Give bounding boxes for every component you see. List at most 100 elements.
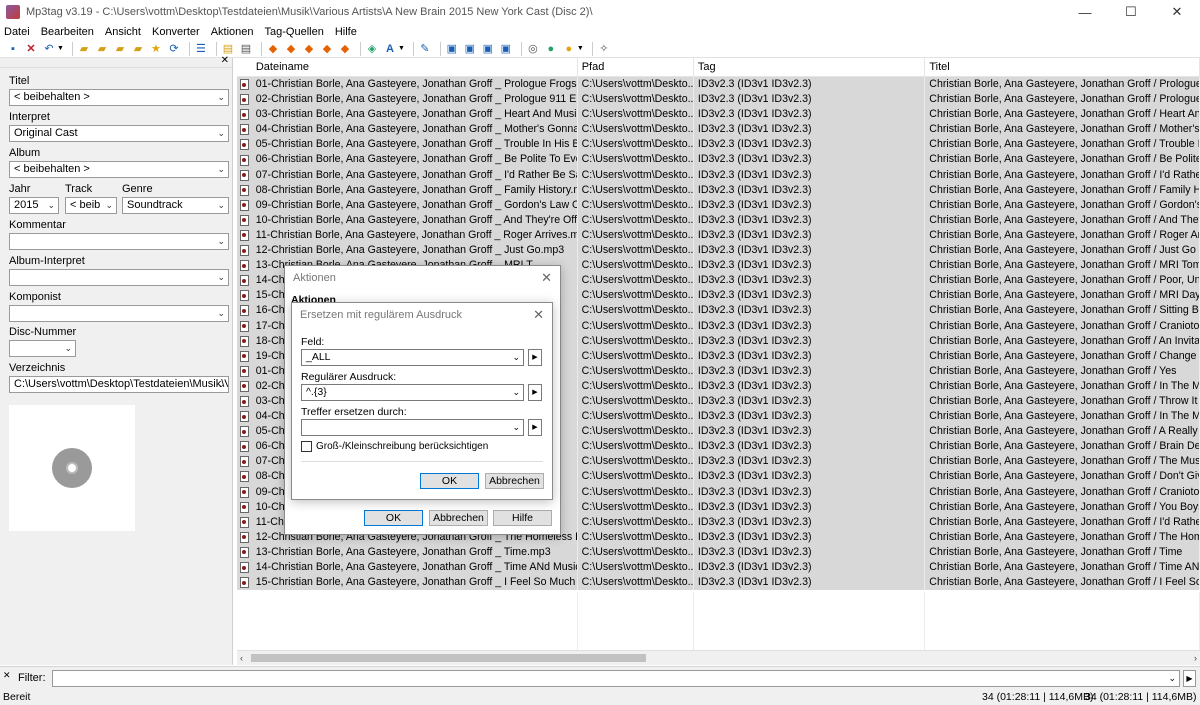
maximize-button[interactable]: ☐ <box>1108 0 1154 24</box>
refresh-icon[interactable]: ⟳ <box>167 42 181 56</box>
filter-run-button[interactable]: ▶ <box>1183 670 1196 687</box>
chevron-down-icon[interactable]: ⌄ <box>217 234 225 249</box>
chevron-down-icon[interactable]: ⌄ <box>217 198 225 213</box>
chevron-down-icon[interactable]: ⌄ <box>64 341 72 356</box>
menu-datei[interactable]: Datei <box>4 26 30 38</box>
menu-konverter[interactable]: Konverter <box>152 26 200 38</box>
menu-tag-quellen[interactable]: Tag-Quellen <box>265 26 324 38</box>
tag-sources-icon[interactable]: ▣ <box>445 42 459 56</box>
actions-icon[interactable]: ◈ <box>365 42 379 56</box>
regex-arrow-button[interactable]: ▶ <box>528 384 542 401</box>
close-button[interactable]: ✕ <box>1154 0 1200 24</box>
table-row[interactable]: 11-Christian Borle, Ana Gasteyere, Jonat… <box>237 227 1200 244</box>
chevron-down-icon[interactable]: ⌄ <box>217 126 225 141</box>
cancel-button[interactable]: Abbrechen <box>429 510 488 526</box>
scrollbar-thumb[interactable] <box>251 654 646 662</box>
minimize-button[interactable]: — <box>1062 0 1108 24</box>
tag-filename-icon[interactable]: ◆ <box>266 42 280 56</box>
web-dropdown-icon[interactable]: ▼ <box>577 45 584 52</box>
table-row[interactable]: 03-Christian Borle, Ana Gasteyere, Jonat… <box>237 107 1200 123</box>
table-row[interactable]: 09-Christian Borle, Ana Gasteyere, Jonat… <box>237 197 1200 213</box>
print-icon[interactable]: ▤ <box>239 42 253 56</box>
verzeichnis-field[interactable]: C:\Users\vottm\Desktop\Testdateien\Musik… <box>9 376 229 393</box>
web-icon[interactable]: ● <box>544 42 558 56</box>
table-row[interactable]: 04-Christian Borle, Ana Gasteyere, Jonat… <box>237 122 1200 138</box>
table-row[interactable]: 13-Christian Borle, Ana Gasteyere, Jonat… <box>237 544 1200 560</box>
filter-input[interactable]: ⌄ <box>52 670 1180 687</box>
settings-icon[interactable]: ✧ <box>597 42 611 56</box>
export-icon[interactable]: ▤ <box>221 42 235 56</box>
table-row[interactable]: 06-Christian Borle, Ana Gasteyere, Jonat… <box>237 152 1200 168</box>
replace-input[interactable]: ⌄ <box>301 419 524 436</box>
tag-sources-2-icon[interactable]: ▣ <box>463 42 477 56</box>
table-row[interactable]: 14-Christian Borle, Ana Gasteyere, Jonat… <box>237 560 1200 576</box>
feld-select[interactable]: _ALL ⌄ <box>301 349 524 366</box>
genre-field[interactable]: Soundtrack ⌄ <box>122 197 229 214</box>
table-row[interactable]: 01-Christian Borle, Ana Gasteyere, Jonat… <box>237 77 1200 93</box>
album-interpret-field[interactable]: ⌄ <box>9 269 229 286</box>
web-2-icon[interactable]: ● <box>562 42 576 56</box>
binoculars-icon[interactable]: ◎ <box>526 42 540 56</box>
cover-art[interactable] <box>9 405 135 531</box>
titel-field[interactable]: < beibehalten > ⌄ <box>9 89 229 106</box>
horizontal-scrollbar[interactable]: ‹ › <box>237 650 1200 665</box>
save-icon[interactable]: ▪ <box>6 42 20 56</box>
scroll-left-icon[interactable]: ‹ <box>240 651 243 666</box>
chevron-down-icon[interactable]: ⌄ <box>512 350 520 365</box>
chevron-down-icon[interactable]: ⌄ <box>1168 671 1176 686</box>
scroll-right-icon[interactable]: › <box>1194 651 1197 666</box>
table-row[interactable]: 15-Christian Borle, Ana Gasteyere, Jonat… <box>237 575 1200 591</box>
disc-field[interactable]: ⌄ <box>9 340 76 357</box>
menu-aktionen[interactable]: Aktionen <box>211 26 254 38</box>
folder-icon[interactable]: ▰ <box>113 42 127 56</box>
chevron-down-icon[interactable]: ⌄ <box>105 198 113 213</box>
chevron-down-icon[interactable]: ⌄ <box>217 270 225 285</box>
text-file-tag-icon[interactable]: ◆ <box>320 42 334 56</box>
kommentar-field[interactable]: ⌄ <box>9 233 229 250</box>
open-folder-icon[interactable]: ▰ <box>77 42 91 56</box>
chevron-down-icon[interactable]: ⌄ <box>217 90 225 105</box>
table-row[interactable]: 12-Christian Borle, Ana Gasteyere, Jonat… <box>237 243 1200 259</box>
chevron-down-icon[interactable]: ⌄ <box>512 420 520 435</box>
menu-hilfe[interactable]: Hilfe <box>335 26 357 38</box>
undo-dropdown-icon[interactable]: ▼ <box>57 45 64 52</box>
close-icon[interactable]: ✕ <box>533 303 544 327</box>
filename-tag-icon[interactable]: ◆ <box>284 42 298 56</box>
menu-bearbeiten[interactable]: Bearbeiten <box>41 26 94 38</box>
favorite-star-icon[interactable]: ★ <box>149 42 163 56</box>
tag-sources-4-icon[interactable]: ▣ <box>499 42 513 56</box>
cancel-button[interactable]: Abbrechen <box>485 473 544 489</box>
edit-tag-icon[interactable]: ✎ <box>418 42 432 56</box>
chevron-down-icon[interactable]: ⌄ <box>512 385 520 400</box>
table-row[interactable]: 05-Christian Borle, Ana Gasteyere, Jonat… <box>237 137 1200 153</box>
album-field[interactable]: < beibehalten > ⌄ <box>9 161 229 178</box>
case-sensitive-checkbox[interactable] <box>301 441 312 452</box>
table-row[interactable]: 10-Christian Borle, Ana Gasteyere, Jonat… <box>237 212 1200 228</box>
list-icon[interactable]: ☰ <box>194 42 208 56</box>
jahr-field[interactable]: 2015 ⌄ <box>9 197 59 214</box>
chevron-down-icon[interactable]: ⌄ <box>47 198 55 213</box>
chevron-down-icon[interactable]: ⌄ <box>217 162 225 177</box>
autonumber-dropdown-icon[interactable]: ▼ <box>398 45 405 52</box>
tag-tag-icon[interactable]: ◆ <box>338 42 352 56</box>
add-folder-icon[interactable]: ▰ <box>95 42 109 56</box>
komponist-field[interactable]: ⌄ <box>9 305 229 322</box>
ok-button[interactable]: OK <box>364 510 423 526</box>
filename-filename-icon[interactable]: ◆ <box>302 42 316 56</box>
delete-icon[interactable]: ✕ <box>24 42 38 56</box>
chevron-down-icon[interactable]: ⌄ <box>217 377 225 392</box>
chevron-down-icon[interactable]: ⌄ <box>217 306 225 321</box>
column-pfad[interactable]: Pfad <box>578 58 694 76</box>
close-icon[interactable]: ✕ <box>541 266 552 290</box>
replace-arrow-button[interactable]: ▶ <box>528 419 542 436</box>
track-field[interactable]: < beib ⌄ <box>65 197 117 214</box>
close-filter-icon[interactable]: ✕ <box>3 670 11 681</box>
interpret-field[interactable]: Original Cast ⌄ <box>9 125 229 142</box>
autonumber-icon[interactable]: A <box>383 42 397 56</box>
column-titel[interactable]: Titel <box>925 58 1200 76</box>
regex-input[interactable]: ^.{3} ⌄ <box>301 384 524 401</box>
close-icon[interactable]: ✕ <box>221 55 229 66</box>
help-button[interactable]: Hilfe <box>493 510 552 526</box>
menu-ansicht[interactable]: Ansicht <box>105 26 141 38</box>
ok-button[interactable]: OK <box>420 473 479 489</box>
